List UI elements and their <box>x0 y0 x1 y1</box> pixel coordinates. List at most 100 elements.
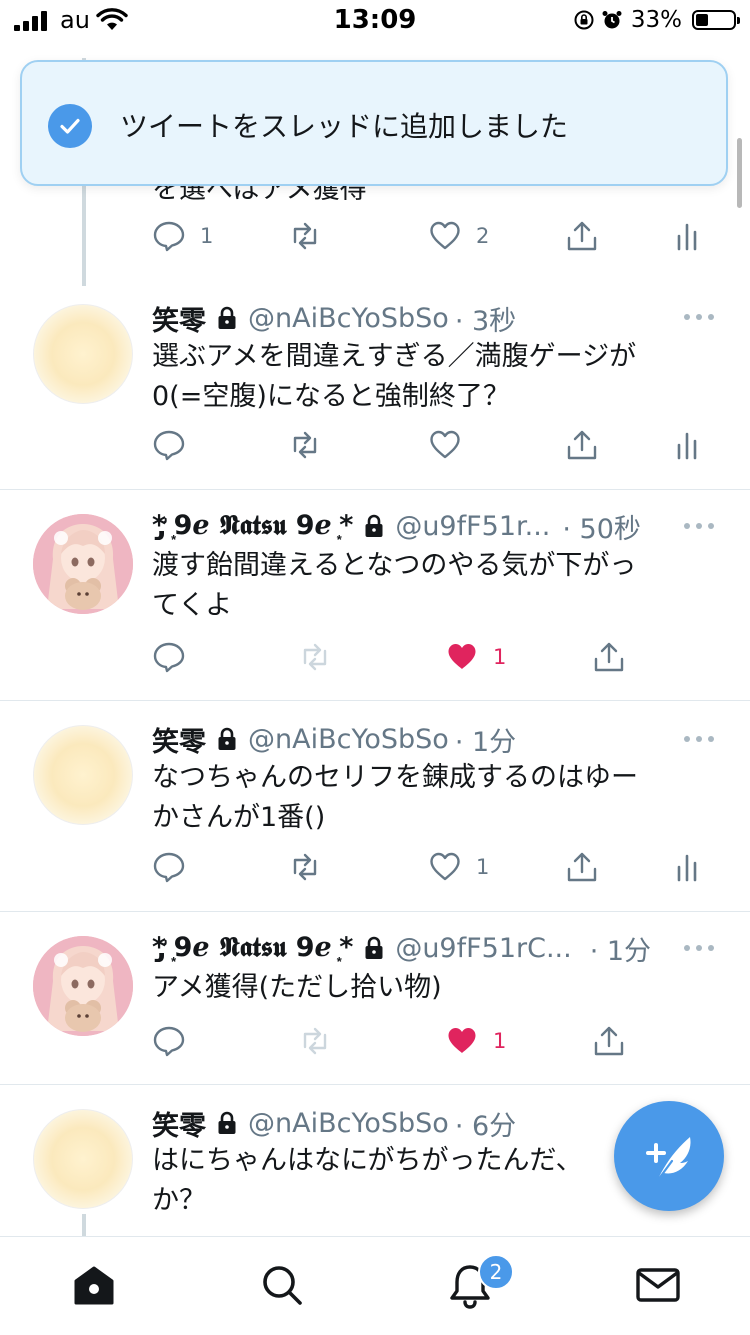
tab-home[interactable] <box>70 1261 120 1311</box>
lock-icon <box>365 936 383 959</box>
tweet[interactable]: *̡̛ ͙9ℯ 𝕹𝖆𝖙𝖘𝖚 9ℯ ͙* @u9fF51rC... · 1分 アメ… <box>0 912 750 1084</box>
retweet-disabled-icon <box>303 643 327 671</box>
alarm-icon <box>602 11 622 29</box>
reply-button[interactable] <box>152 637 186 677</box>
reply-icon <box>153 221 185 252</box>
search-icon <box>263 1266 302 1305</box>
user-handle: @nAiBcYoSbSo <box>248 1107 449 1139</box>
tweet[interactable]: *̡̛ ͙9ℯ 𝕹𝖆𝖙𝖘𝖚 9ℯ ͙* @u9fF51r... · 50秒 渡す… <box>0 490 750 700</box>
tweet-time: · 50秒 <box>562 513 641 545</box>
display-name: *̡̛ ͙9ℯ 𝕹𝖆𝖙𝖘𝖚 9ℯ ͙* <box>152 932 354 963</box>
avatar[interactable] <box>33 514 133 614</box>
tab-messages[interactable] <box>634 1261 684 1311</box>
retweet-icon <box>293 222 317 250</box>
home-icon <box>74 1266 114 1305</box>
scrollbar[interactable] <box>737 138 742 208</box>
analytics-button[interactable] <box>670 847 704 887</box>
confirmation-toast[interactable]: ツイートをスレッドに追加しました <box>20 60 728 186</box>
reply-icon <box>153 642 185 673</box>
share-icon <box>594 642 624 672</box>
display-name: 笑零 <box>152 305 206 337</box>
user-handle: @nAiBcYoSbSo <box>248 302 449 334</box>
tweet-text: なつちゃんのセリフを錬成するのはゆー かさんが1番() <box>152 762 638 833</box>
lock-icon <box>365 514 383 537</box>
share-icon <box>594 1026 624 1056</box>
tweet-actions: 1 <box>152 637 712 677</box>
avatar[interactable] <box>33 304 133 404</box>
heart-icon <box>430 430 460 459</box>
share-button[interactable] <box>565 847 599 887</box>
like-count: 1 <box>493 1029 507 1053</box>
tweet-actions <box>152 425 712 465</box>
share-button[interactable] <box>592 637 626 677</box>
reply-icon <box>153 430 185 461</box>
retweet-icon <box>293 431 317 459</box>
user-handle: @u9fF51rC... <box>395 932 572 964</box>
heart-icon <box>430 221 460 250</box>
like-button[interactable] <box>428 425 462 465</box>
tweet[interactable]: 笑零 @nAiBcYoSbSo · 1分 なつちゃんのセリフを錬成するのはゆー … <box>0 701 750 911</box>
avatar-illustration <box>33 514 133 614</box>
tweet-actions: 1 2 <box>152 216 712 256</box>
tweet-text: アメ獲得(ただし拾い物) <box>152 972 442 1003</box>
retweet-button[interactable] <box>288 425 322 465</box>
reply-button[interactable] <box>152 847 186 887</box>
share-button[interactable] <box>565 425 599 465</box>
mail-icon <box>636 1268 680 1302</box>
status-bar: au 13:09 33% <box>0 0 750 42</box>
reply-icon <box>153 1026 185 1057</box>
heart-filled-icon <box>448 1028 476 1053</box>
avatar[interactable] <box>33 1109 133 1209</box>
display-name: 笑零 <box>152 726 206 758</box>
checkmark-icon <box>48 104 92 148</box>
tweet-actions: 1 <box>152 1021 712 1061</box>
like-button[interactable]: 2 <box>428 216 489 256</box>
compose-tweet-button[interactable] <box>614 1101 724 1211</box>
tweet[interactable]: 笑零 @nAiBcYoSbSo · 3秒 選ぶアメを間違えすぎる／満腹ゲージが … <box>0 286 750 489</box>
compose-feather-icon <box>646 1137 691 1182</box>
orientation-lock-icon <box>574 10 594 30</box>
like-button[interactable]: 1 <box>428 847 489 887</box>
tweet-actions: 1 <box>152 847 712 887</box>
retweet-button[interactable] <box>288 847 322 887</box>
user-handle: @nAiBcYoSbSo <box>248 723 449 755</box>
like-button[interactable]: 1 <box>445 637 506 677</box>
more-options-icon[interactable] <box>684 314 714 322</box>
like-count: 2 <box>476 224 490 248</box>
analytics-button[interactable] <box>670 425 704 465</box>
avatar[interactable] <box>33 725 133 825</box>
lock-icon <box>218 727 236 750</box>
tab-bar <box>0 1236 750 1335</box>
more-options-icon[interactable] <box>684 523 714 531</box>
share-icon <box>567 430 597 460</box>
like-button[interactable]: 1 <box>445 1021 506 1061</box>
display-name: *̡̛ ͙9ℯ 𝕹𝖆𝖙𝖘𝖚 9ℯ ͙* <box>152 510 354 541</box>
heart-icon <box>430 852 460 881</box>
notification-badge: 2 <box>478 1254 514 1290</box>
lock-icon <box>218 1111 236 1134</box>
reply-button[interactable]: 1 <box>152 216 213 256</box>
reply-button[interactable] <box>152 1021 186 1061</box>
tweet-time: · 3秒 <box>454 305 517 337</box>
heart-filled-icon <box>448 644 476 669</box>
tab-search[interactable] <box>258 1261 308 1311</box>
like-count: 1 <box>476 855 490 879</box>
retweet-button <box>298 637 332 677</box>
share-button[interactable] <box>592 1021 626 1061</box>
retweet-button[interactable] <box>288 216 322 256</box>
retweet-button <box>298 1021 332 1061</box>
user-handle: @u9fF51r... <box>395 510 551 542</box>
share-button[interactable] <box>565 216 599 256</box>
avatar-illustration <box>33 936 133 1036</box>
avatar[interactable] <box>33 936 133 1036</box>
analytics-button[interactable] <box>670 216 704 256</box>
display-name: 笑零 <box>152 1110 206 1142</box>
analytics-icon <box>677 432 697 460</box>
more-options-icon[interactable] <box>684 736 714 744</box>
battery-percent: 33% <box>630 7 682 33</box>
reply-icon <box>153 852 185 883</box>
more-options-icon[interactable] <box>684 945 714 953</box>
reply-button[interactable] <box>152 425 186 465</box>
tweet-time: · 1分 <box>454 726 517 758</box>
battery-icon <box>692 10 740 30</box>
